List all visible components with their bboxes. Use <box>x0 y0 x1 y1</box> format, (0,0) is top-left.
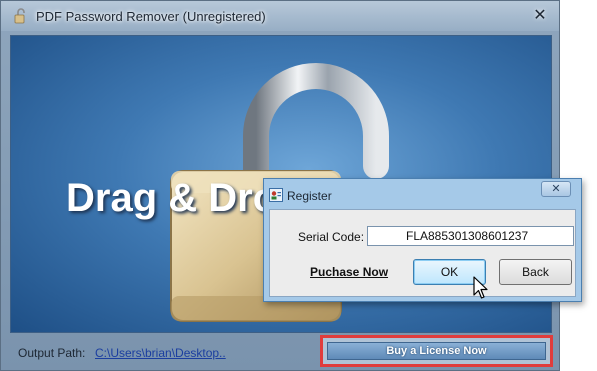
mouse-cursor-icon <box>473 276 488 299</box>
dialog-close-icon[interactable]: ✕ <box>541 181 571 197</box>
dialog-title: Register <box>287 189 332 203</box>
serial-code-input[interactable]: FLA885301308601237 <box>367 226 574 246</box>
back-button[interactable]: Back <box>499 259 572 285</box>
lock-icon <box>14 8 25 24</box>
buy-license-highlight: Buy a License Now <box>320 335 553 367</box>
register-icon <box>269 188 283 202</box>
register-dialog: Register ✕ Serial Code: FLA8853013086012… <box>263 178 582 302</box>
output-path-link[interactable]: C:\Users\brian\Desktop.. <box>95 346 226 360</box>
purchase-now-link[interactable]: Puchase Now <box>310 265 388 279</box>
dialog-body: Serial Code: FLA885301308601237 Puchase … <box>269 209 576 297</box>
serial-code-label: Serial Code: <box>298 230 365 244</box>
close-icon[interactable]: ✕ <box>531 7 549 25</box>
title-bar[interactable]: PDF Password Remover (Unregistered) ✕ <box>1 1 559 31</box>
drag-drop-label: Drag & Dro <box>66 176 278 220</box>
output-path-label: Output Path: <box>18 346 86 360</box>
buy-license-button[interactable]: Buy a License Now <box>327 342 546 360</box>
dialog-title-bar[interactable]: Register ✕ <box>264 179 581 209</box>
window-title: PDF Password Remover (Unregistered) <box>36 9 266 24</box>
